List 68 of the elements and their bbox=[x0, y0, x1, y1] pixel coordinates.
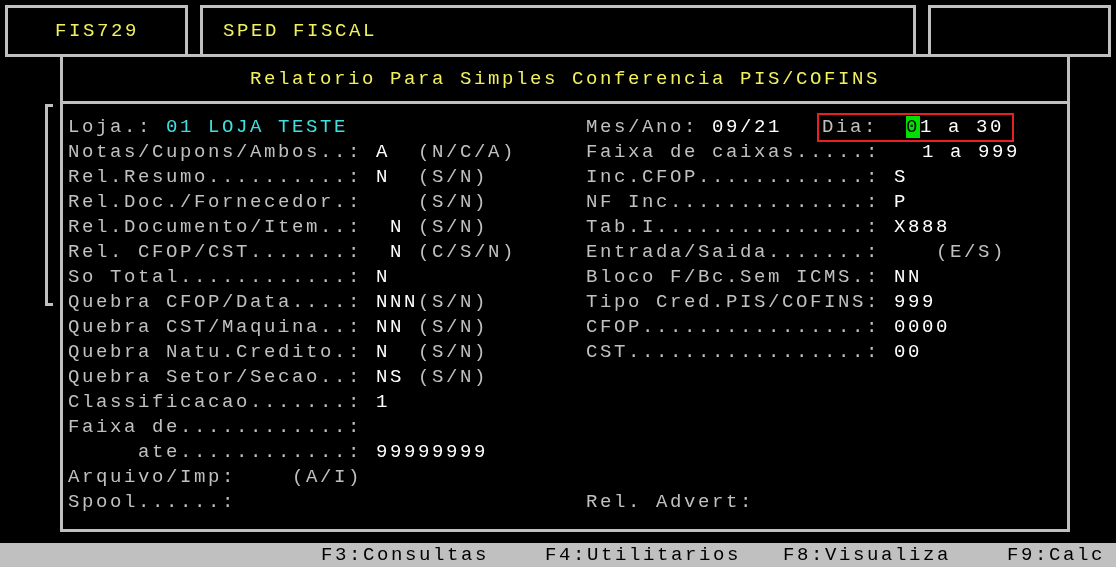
field-hint: (S/N) bbox=[418, 315, 489, 340]
field-label: Quebra Setor/Secao..: bbox=[68, 365, 363, 390]
field-hint: (S/N) bbox=[418, 190, 489, 215]
field-value[interactable]: P bbox=[894, 190, 909, 215]
field-label: Arquivo/Imp: bbox=[68, 465, 237, 490]
field-label: ate............: bbox=[138, 440, 363, 465]
program-code: FIS729 bbox=[55, 18, 139, 44]
field-label: Tab.I...............: bbox=[586, 215, 881, 240]
field-value[interactable]: NN bbox=[376, 315, 405, 340]
field-label: Dia: bbox=[822, 115, 879, 140]
field-hint: (E/S) bbox=[936, 240, 1007, 265]
field-value[interactable]: N bbox=[376, 265, 391, 290]
field-label: Rel.Resumo..........: bbox=[68, 165, 363, 190]
field-hint: (S/N) bbox=[418, 165, 489, 190]
field-value[interactable]: N bbox=[376, 165, 391, 190]
field-label: Entrada/Saida.......: bbox=[586, 240, 881, 265]
field-label: CST.................: bbox=[586, 340, 881, 365]
field-label: Loja.: bbox=[68, 115, 152, 140]
field-value[interactable]: 999 bbox=[894, 290, 937, 315]
field-value[interactable]: S bbox=[894, 165, 909, 190]
field-label: Spool......: bbox=[68, 490, 237, 515]
field-value[interactable]: 00 bbox=[894, 340, 923, 365]
field-value[interactable]: 1 a 999 bbox=[894, 140, 1021, 165]
field-value[interactable]: N bbox=[376, 340, 391, 365]
field-label: CFOP................: bbox=[586, 315, 881, 340]
field-label: Rel.Documento/Item..: bbox=[68, 215, 363, 240]
field-label: Faixa de............: bbox=[68, 415, 363, 440]
field-label: Quebra CFOP/Data....: bbox=[68, 290, 363, 315]
field-hint: (C/S/N) bbox=[418, 240, 517, 265]
field-hint: (S/N) bbox=[418, 365, 489, 390]
field-value[interactable]: 01 LOJA TESTE bbox=[166, 115, 349, 140]
field-label: Quebra CST/Maquina..: bbox=[68, 315, 363, 340]
function-key[interactable]: F8:Visualiza bbox=[783, 542, 952, 567]
field-label: Rel. Advert: bbox=[586, 490, 755, 515]
field-value[interactable]: 1 bbox=[376, 390, 391, 415]
field-label: So Total............: bbox=[68, 265, 363, 290]
field-label: NF Inc..............: bbox=[586, 190, 881, 215]
function-key[interactable]: F9:Calc bbox=[1007, 542, 1106, 567]
field-label: Bloco F/Bc.Sem ICMS.: bbox=[586, 265, 881, 290]
field-value[interactable]: 01 a 30 bbox=[906, 115, 1005, 140]
field-label: Rel. CFOP/CST.......: bbox=[68, 240, 363, 265]
field-value[interactable]: 99999999 bbox=[376, 440, 489, 465]
field-hint: (S/N) bbox=[418, 340, 489, 365]
function-key[interactable]: F3:Consultas bbox=[321, 542, 490, 567]
module-name: SPED FISCAL bbox=[223, 18, 378, 44]
field-label: Inc.CFOP............: bbox=[586, 165, 881, 190]
field-value[interactable]: A bbox=[376, 140, 391, 165]
field-value[interactable]: NN bbox=[894, 265, 923, 290]
field-label: Notas/Cupons/Ambos..: bbox=[68, 140, 363, 165]
field-value[interactable]: NS bbox=[376, 365, 405, 390]
field-label: Mes/Ano: bbox=[586, 115, 698, 140]
field-label: Classificacao.......: bbox=[68, 390, 363, 415]
field-value[interactable]: NNN bbox=[376, 290, 419, 315]
dialog-title: Relatorio Para Simples Conferencia PIS/COFINS bbox=[249, 66, 881, 92]
field-value[interactable]: N bbox=[376, 215, 405, 240]
field-hint: (N/C/A) bbox=[418, 140, 517, 165]
field-hint: (S/N) bbox=[418, 290, 489, 315]
field-label: Rel.Doc./Fornecedor.: bbox=[68, 190, 363, 215]
field-value[interactable]: 09/21 bbox=[712, 115, 783, 140]
field-label: Tipo Cred.PIS/COFINS: bbox=[586, 290, 881, 315]
field-hint: (A/I) bbox=[292, 465, 363, 490]
field-hint: (S/N) bbox=[418, 215, 489, 240]
field-value[interactable]: 0000 bbox=[894, 315, 951, 340]
field-value[interactable]: N bbox=[376, 240, 405, 265]
field-label: Quebra Natu.Credito.: bbox=[68, 340, 363, 365]
function-key[interactable]: F4:Utilitarios bbox=[545, 542, 742, 567]
field-value[interactable]: X888 bbox=[894, 215, 951, 240]
field-label: Faixa de caixas.....: bbox=[586, 140, 881, 165]
